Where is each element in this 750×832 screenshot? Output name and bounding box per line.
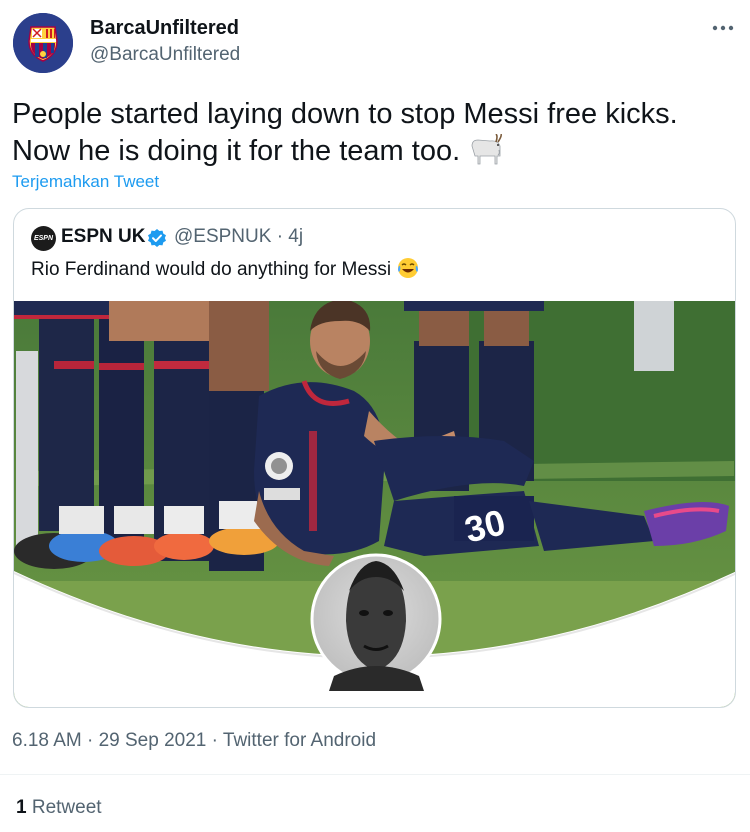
divider: [0, 774, 750, 775]
espn-logo-text: ESPN: [33, 235, 54, 242]
more-options-icon[interactable]: [712, 14, 734, 37]
verified-badge-icon: [147, 228, 167, 253]
fc-barcelona-crest-icon: [13, 13, 73, 73]
author-avatar[interactable]: [13, 13, 73, 73]
photo-messi-lying-behind-wall: 30: [14, 299, 735, 707]
tweet-text: People started laying down to stop Messi…: [12, 96, 732, 176]
quoted-tweet-photo[interactable]: 30: [14, 299, 735, 707]
tweet-text-line-2: Now he is doing it for the team too.: [12, 135, 461, 167]
quoted-text-content: Rio Ferdinand would do anything for Mess…: [31, 259, 392, 280]
tears-of-joy-emoji-icon: [397, 257, 419, 285]
goat-emoji-icon: [468, 133, 504, 176]
translate-tweet-link[interactable]: Terjemahkan Tweet: [12, 172, 159, 192]
quoted-author-avatar[interactable]: ESPN: [31, 226, 56, 251]
retweet-number: 1: [16, 797, 27, 818]
quoted-author-handle[interactable]: @ESPNUK · 4j: [174, 226, 303, 248]
author-handle[interactable]: @BarcaUnfiltered: [90, 44, 240, 66]
retweet-label: Retweet: [31, 797, 102, 818]
quoted-tweet-card[interactable]: ESPN ESPN UK @ESPNUK · 4j Rio Ferdinand …: [13, 208, 736, 708]
author-name[interactable]: BarcaUnfiltered: [90, 17, 239, 40]
tweet-timestamp[interactable]: 6.18 AM · 29 Sep 2021 · Twitter for Andr…: [12, 730, 376, 752]
quoted-tweet-text: Rio Ferdinand would do anything for Mess…: [31, 257, 419, 285]
quoted-author-name[interactable]: ESPN UK: [61, 226, 145, 248]
retweet-count[interactable]: 1 Retweet: [16, 797, 102, 819]
tweet-text-line-1: People started laying down to stop Messi…: [12, 98, 678, 130]
